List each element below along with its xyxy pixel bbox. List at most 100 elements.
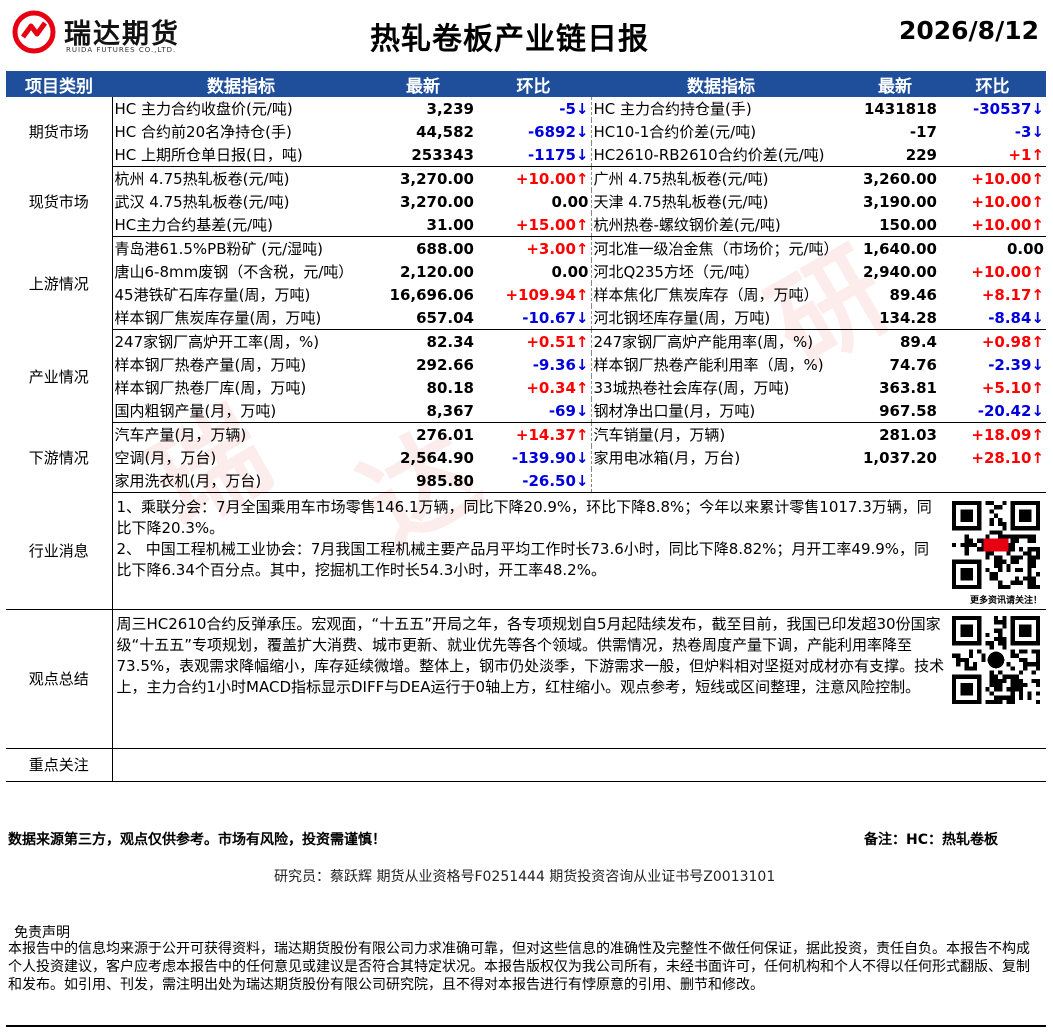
- indicator-name: 天津 4.75热轧板卷(元/吨): [590, 190, 851, 213]
- indicator-value: 3,260.00: [862, 169, 937, 188]
- table-row: 产业情况 247家钢厂高炉开工率(周，%) 82.34 +0.51↑ 247家钢厂高炉产…: [6, 329, 1046, 423]
- indicator-change: +10.00↑: [971, 169, 1044, 188]
- indicator-name: 家用电冰箱(月，万台): [590, 446, 851, 469]
- qr-code-icon: [952, 501, 1040, 589]
- indicator-value: 16,696.06: [389, 285, 474, 304]
- disclaimer-title: 免责声明: [14, 925, 70, 941]
- indicator-value: 3,190.00: [862, 192, 937, 211]
- indicator-name: 样本钢厂热卷产量(周，万吨): [114, 356, 307, 374]
- indicator-name: 样本焦化厂焦炭库存（周，万吨）: [590, 283, 851, 306]
- report-date: 2026/8/12: [898, 16, 1039, 45]
- qr-code-wechat: [952, 615, 1040, 704]
- indicator-value: 3,270.00: [399, 192, 474, 211]
- indicator-name: 河北钢坯库存量(周，万吨): [590, 306, 851, 330]
- indicator-name: HC 合约前20名净持仓(手): [114, 123, 292, 141]
- indicator-value: 276.01: [416, 425, 474, 444]
- category-cell: 期货市场: [6, 97, 113, 167]
- table-row: 样本钢厂热卷厂库(周，万吨) 80.18 +0.34↑ 33城热卷社会库存(周，万吨)…: [6, 376, 1046, 399]
- indicator-value: 281.03: [879, 425, 937, 444]
- table-row: 样本钢厂焦炭库存量(周，万吨) 657.04 -10.67↓ 河北钢坯库存量(周，万吨…: [6, 306, 1046, 330]
- indicator-name: 45港铁矿石库存量(周，万吨): [114, 286, 311, 304]
- indicator-value: 3,239: [426, 99, 474, 118]
- indicator-value: 74.76: [889, 355, 937, 374]
- indicator-value: 1,640.00: [862, 239, 937, 258]
- indicator-value: 967.58: [851, 399, 939, 423]
- table-row: 上游情况 青岛港61.5%PB粉矿 (元/湿吨) 688.00 +3.00↑ 河北准一级…: [6, 236, 1046, 330]
- indicator-name: 汽车销量(月，万辆): [590, 422, 851, 446]
- wechat-qr-icon: [952, 615, 1040, 704]
- header-change: 环比: [476, 71, 591, 97]
- disclaimer-text: 本报告中的信息均来源于公开可获得资料，瑞达期货股份有限公司力求准确可靠，但对这些…: [8, 941, 1030, 993]
- category-cell: 产业情况: [6, 329, 113, 423]
- indicator-value: 89.46: [889, 285, 937, 304]
- data-table: 项目类别 数据指标 最新 环比 数据指标 最新 环比 期货市场 HC 主力合约收盘…: [6, 71, 1046, 782]
- indicator-name: 青岛港61.5%PB粉矿 (元/湿吨): [114, 240, 324, 258]
- header-indicator-right: 数据指标: [591, 71, 851, 97]
- table-row: 武汉 4.75热轧板卷(元/吨) 3,270.00 0.00 天津 4.75热轧板卷(…: [6, 190, 1046, 213]
- report-header: 瑞达期货 RUIDA FUTURES CO.,LTD. 热轧卷板产业链日报 20…: [0, 0, 1053, 70]
- table-row: 家用洗衣机(月，万台) 985.80 -26.50↓: [6, 469, 1046, 493]
- table-row: 下游情况 汽车产量(月，万辆) 276.01 +14.37↑ 汽车销量(月，万辆) 281…: [6, 422, 1046, 493]
- indicator-change: +8.17↑: [981, 285, 1044, 304]
- indicator-value: 1431818: [863, 99, 937, 118]
- table-row: 期货市场 HC 主力合约收盘价(元/吨) 3,239 -5↓ HC 主力合约持仓量(手)…: [6, 97, 1046, 167]
- indicator-name: 247家钢厂高炉产能用率(周，%): [590, 329, 851, 353]
- indicator-change: +0.34↑: [526, 378, 589, 397]
- indicator-name: 杭州热卷-螺纹钢价差(元/吨): [590, 213, 851, 237]
- indicator-name: 样本钢厂热卷厂库(周，万吨): [114, 379, 307, 397]
- indicator-name: HC10-1合约价差(元/吨): [590, 120, 851, 143]
- indicator-change: -69↓: [476, 399, 591, 423]
- table-header-row: 项目类别 数据指标 最新 环比 数据指标 最新 环比: [6, 71, 1046, 97]
- indicator-name: 武汉 4.75热轧板卷(元/吨): [114, 193, 290, 211]
- view-text: 周三HC2610合约反弹承压。宏观面，“十五五”开局之年，各专项规划自5月起陆续…: [116, 614, 945, 696]
- header-latest: 最新: [370, 71, 476, 97]
- indicator-name: HC 主力合约持仓量(手): [590, 97, 851, 120]
- indicator-change: -10.67↓: [476, 306, 591, 330]
- table-row: 45港铁矿石库存量(周，万吨) 16,696.06 +109.94↑ 样本焦化厂焦炭库…: [6, 283, 1046, 306]
- indicator-value: 82.34: [426, 332, 474, 351]
- indicator-name: 钢材净出口量(月，万吨): [590, 399, 851, 423]
- indicator-value: 1,037.20: [862, 448, 937, 467]
- indicator-name: HC 主力合约收盘价(元/吨): [114, 100, 293, 118]
- indicator-value: 2,120.00: [399, 262, 474, 281]
- table-row: 样本钢厂热卷产量(周，万吨) 292.66 -9.36↓ 样本钢厂热卷产能利用率（周，…: [6, 353, 1046, 376]
- category-news: 行业消息: [6, 492, 113, 610]
- news-text: 1、乘联分会：7月全国乘用车市场零售146.1万辆，同比下降20.9%，环比下降…: [116, 498, 932, 579]
- indicator-value: 688.00: [416, 239, 474, 258]
- indicator-change: -9.36↓: [532, 355, 589, 374]
- indicator-change: +109.94↑: [505, 285, 589, 304]
- indicator-value: 134.28: [851, 306, 939, 330]
- indicator-change: +5.10↑: [981, 378, 1044, 397]
- indicator-value: 3,270.00: [399, 169, 474, 188]
- indicator-name: 247家钢厂高炉开工率(周，%): [114, 333, 320, 351]
- indicator-value: 292.66: [416, 355, 474, 374]
- category-cell: 现货市场: [6, 166, 113, 237]
- indicator-value: -17: [909, 122, 937, 141]
- indicator-value: [851, 469, 939, 493]
- indicator-change: +10.00↑: [971, 192, 1044, 211]
- indicator-value: 2,940.00: [862, 262, 937, 281]
- indicator-change: -3↓: [1014, 122, 1044, 141]
- table-row: 空调(月，万台) 2,564.90 -139.90↓ 家用电冰箱(月，万台) 1,037…: [6, 446, 1046, 469]
- indicator-name: HC 上期所仓单日报(日，吨): [112, 143, 370, 167]
- indicator-change: +10.00↑: [515, 169, 589, 188]
- table-row: 唐山6-8mm废钢（不含税，元/吨） 2,120.00 0.00 河北Q235方坯（元…: [6, 260, 1046, 283]
- category-view: 观点总结: [6, 609, 113, 749]
- indicator-change: 0.00: [1006, 239, 1044, 258]
- table-row: 国内粗钢产量(月，万吨) 8,367 -69↓ 钢材净出口量(月，万吨) 967.58-…: [6, 399, 1046, 423]
- category-focus: 重点关注: [6, 748, 113, 782]
- table-row: 现货市场 杭州 4.75热轧板卷(元/吨) 3,270.00 +10.00↑ 广州 4.…: [6, 166, 1046, 237]
- view-cell: 周三HC2610合约反弹承压。宏观面，“十五五”开局之年，各专项规划自5月起陆续…: [112, 609, 1046, 749]
- qr-caption: 更多资讯请关注！: [969, 596, 1042, 606]
- news-row: 行业消息 1、乘联分会：7月全国乘用车市场零售146.1万辆，同比下降20.9%…: [6, 492, 1046, 610]
- indicator-change: -1175↓: [476, 143, 591, 167]
- indicator-change: -2.39↓: [988, 355, 1044, 374]
- indicator-value: 253343: [370, 143, 476, 167]
- indicator-change: +0.98↑: [981, 332, 1044, 351]
- indicator-name: 空调(月，万台): [114, 449, 217, 467]
- indicator-value: 985.80: [370, 469, 476, 493]
- indicator-name: 广州 4.75热轧板卷(元/吨): [590, 166, 851, 190]
- news-cell: 1、乘联分会：7月全国乘用车市场零售146.1万辆，同比下降20.9%，环比下降…: [112, 492, 1046, 610]
- indicator-name: 家用洗衣机(月，万台): [112, 469, 370, 493]
- indicator-change: +15.00↑: [476, 213, 591, 237]
